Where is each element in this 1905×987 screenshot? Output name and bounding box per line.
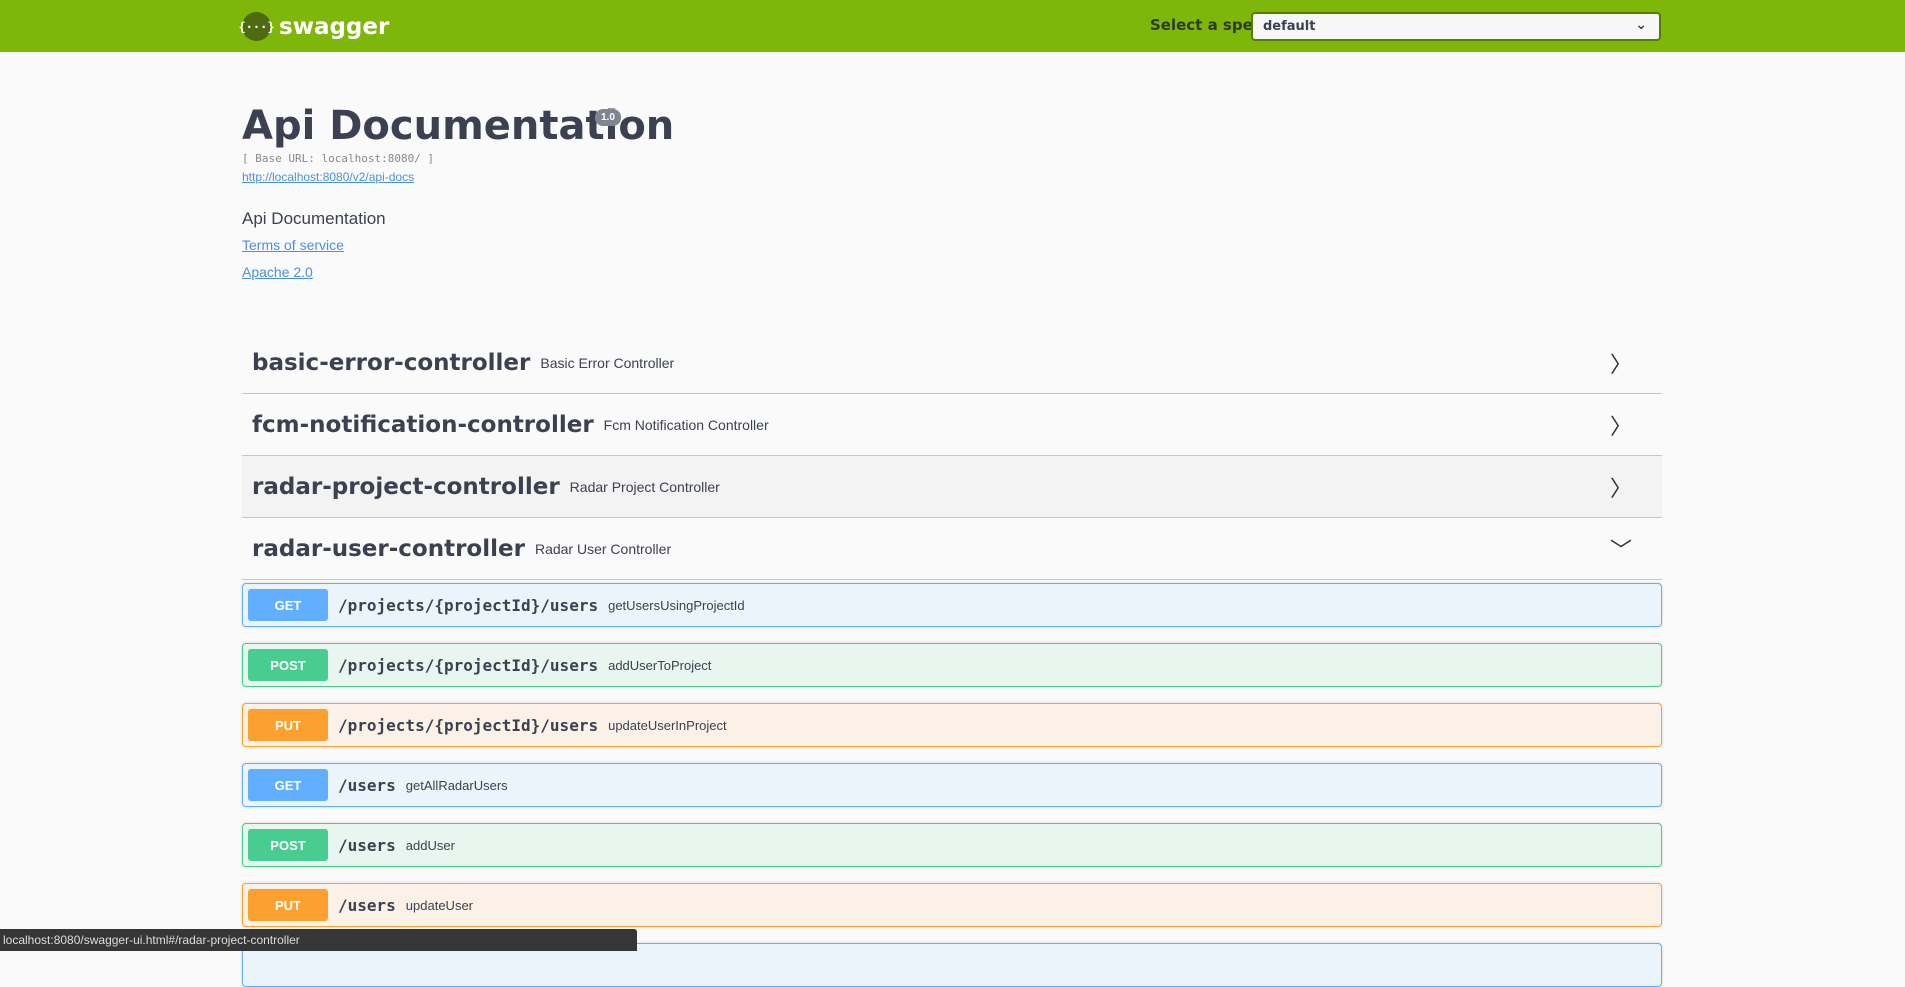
tag-name: radar-user-controller	[252, 535, 525, 562]
method-badge: PUT	[248, 709, 328, 741]
operation-summary: addUser	[405, 837, 455, 853]
operation-put-users[interactable]: PUT /users updateUser	[242, 883, 1662, 927]
operation-get-project-users[interactable]: GET /projects/{projectId}/users getUsers…	[242, 583, 1662, 627]
tag-description: Basic Error Controller	[540, 354, 675, 371]
tag-description: Radar User Controller	[534, 540, 672, 557]
method-badge: GET	[248, 769, 328, 801]
method-badge: POST	[248, 829, 328, 861]
tag-name: fcm-notification-controller	[252, 411, 594, 438]
operation-post-project-users[interactable]: POST /projects/{projectId}/users addUser…	[242, 643, 1662, 687]
terms-link[interactable]: Terms of service	[242, 237, 344, 253]
operation-summary: addUserToProject	[608, 657, 712, 673]
tag-radar-user-controller[interactable]: radar-user-controller Radar User Control…	[242, 518, 1662, 580]
operation-path: /users	[338, 835, 396, 855]
base-url: [ Base URL: localhost:8080/ ]	[242, 152, 435, 165]
chevron-down-icon: ⌄	[1635, 17, 1647, 33]
swagger-logo[interactable]: {···} swagger	[238, 12, 390, 41]
api-docs-link[interactable]: http://localhost:8080/v2/api-docs	[242, 170, 414, 184]
operation-path: /projects/{projectId}/users	[338, 655, 599, 675]
tag-basic-error-controller[interactable]: basic-error-controller Basic Error Contr…	[242, 332, 1662, 394]
method-badge: PUT	[248, 889, 328, 921]
api-description: Api Documentation	[242, 209, 386, 228]
operation-get-users[interactable]: GET /users getAllRadarUsers	[242, 763, 1662, 807]
method-badge: POST	[248, 649, 328, 681]
chevron-right-icon: 〉	[1609, 475, 1632, 501]
operation-post-users[interactable]: POST /users addUser	[242, 823, 1662, 867]
tag-radar-project-controller[interactable]: radar-project-controller Radar Project C…	[242, 456, 1662, 518]
tag-name: basic-error-controller	[252, 349, 531, 376]
version-badge: 1.0	[595, 109, 621, 126]
operation-path: /projects/{projectId}/users	[338, 595, 599, 615]
operation-put-project-users[interactable]: PUT /projects/{projectId}/users updateUs…	[242, 703, 1662, 747]
operation-summary: updateUserInProject	[608, 717, 727, 733]
license-link[interactable]: Apache 2.0	[242, 264, 313, 280]
tag-name: radar-project-controller	[252, 473, 560, 500]
spec-select-value: default	[1263, 19, 1316, 34]
operation-path: /users	[338, 775, 396, 795]
spec-label: Select a spec	[1150, 16, 1262, 34]
operation-summary: updateUser	[405, 897, 474, 913]
browser-status-bar: localhost:8080/swagger-ui.html#/radar-pr…	[0, 929, 637, 951]
tag-description: Radar Project Controller	[569, 478, 720, 495]
chevron-down-icon: ﹀	[1609, 537, 1632, 563]
tag-description: Fcm Notification Controller	[603, 416, 769, 433]
method-badge: GET	[248, 589, 328, 621]
chevron-right-icon: 〉	[1609, 351, 1632, 377]
operation-summary: getAllRadarUsers	[405, 777, 508, 793]
spec-select[interactable]: default ⌄	[1251, 12, 1661, 41]
swagger-logo-icon: {···}	[238, 12, 275, 41]
logo-text: swagger	[279, 13, 390, 40]
operation-path: /projects/{projectId}/users	[338, 715, 599, 735]
tag-fcm-notification-controller[interactable]: fcm-notification-controller Fcm Notifica…	[242, 394, 1662, 456]
topbar: {···} swagger Select a spec default ⌄	[0, 0, 1905, 52]
operation-path: /users	[338, 895, 396, 915]
operation-summary: getUsersUsingProjectId	[608, 597, 745, 613]
chevron-right-icon: 〉	[1609, 413, 1632, 439]
